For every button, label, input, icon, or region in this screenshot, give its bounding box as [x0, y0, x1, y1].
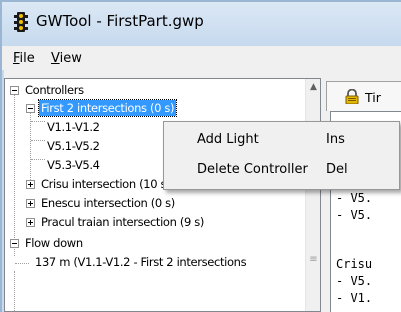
tab-label: Tir [365, 90, 381, 105]
tree-line [31, 159, 45, 160]
menu-item-label: Delete Controller [197, 162, 308, 177]
tree-item-label: V5.1-V5.2 [47, 139, 100, 153]
tree-line [31, 140, 45, 141]
tree-item-label: V1.1-V1.2 [47, 120, 100, 134]
expand-icon[interactable] [26, 180, 35, 189]
tree-item-label: First 2 intersections (0 s) [37, 99, 178, 117]
title-bar[interactable]: GWTool - FirstPart.gwp [2, 2, 401, 42]
tree-item-label: V5.3-V5.4 [47, 158, 100, 172]
tab-timing[interactable]: Tir [326, 81, 401, 111]
tree-item-label: Pracul traian intersection (9 s) [41, 215, 205, 229]
window-title: GWTool - FirstPart.gwp [36, 12, 204, 30]
tree-item-label: Flow down [25, 236, 83, 250]
traffic-light-icon [14, 12, 28, 32]
menu-bar: File View [2, 46, 401, 70]
collapse-icon[interactable] [26, 104, 35, 113]
text-line: - V5. [336, 208, 373, 222]
tree-line [14, 94, 15, 256]
menu-file[interactable]: File [13, 51, 35, 66]
tree-line [31, 121, 45, 122]
menu-file-label: ile [19, 51, 35, 66]
menu-view-mnemonic: V [51, 51, 60, 66]
menu-item-label: Add Light [197, 132, 259, 147]
expand-icon[interactable] [26, 199, 35, 208]
scroll-up-arrow-icon[interactable]: ▲ [306, 79, 321, 96]
tree-item-label: Controllers [25, 83, 84, 97]
lock-icon [345, 89, 359, 104]
add-light-menu-item[interactable]: Add Light Ins [166, 126, 397, 154]
menu-view-label: iew [59, 51, 82, 66]
tree-line [15, 263, 29, 264]
menu-view[interactable]: View [51, 51, 82, 66]
text-line: - V1. [336, 291, 373, 305]
controllers-tree[interactable]: Controllers First 2 intersections (0 s) … [4, 78, 321, 312]
menu-item-shortcut: Ins [326, 132, 345, 147]
expand-icon[interactable] [26, 218, 35, 227]
delete-controller-menu-item[interactable]: Delete Controller Del [166, 156, 397, 184]
text-line: - V5. [336, 191, 373, 205]
collapse-icon[interactable] [10, 239, 19, 248]
menu-item-shortcut: Del [326, 162, 348, 177]
tree-line [30, 112, 31, 182]
collapse-icon[interactable] [10, 86, 19, 95]
text-line: - V5. [336, 274, 373, 288]
scroll-grip-icon[interactable]: ≡ [306, 251, 321, 268]
text-line: Crisu [336, 257, 373, 271]
tree-item-label: 137 m (V1.1-V1.2 - First 2 intersections [35, 255, 247, 269]
context-menu: Add Light Ins Delete Controller Del [163, 121, 400, 190]
tree-scrollbar[interactable]: ▲ ≡ [305, 79, 320, 311]
tree-item-label: Crisu intersection (10 s) [41, 177, 171, 191]
tree-line [14, 271, 15, 311]
tree-item-label: Enescu intersection (0 s) [41, 196, 175, 210]
